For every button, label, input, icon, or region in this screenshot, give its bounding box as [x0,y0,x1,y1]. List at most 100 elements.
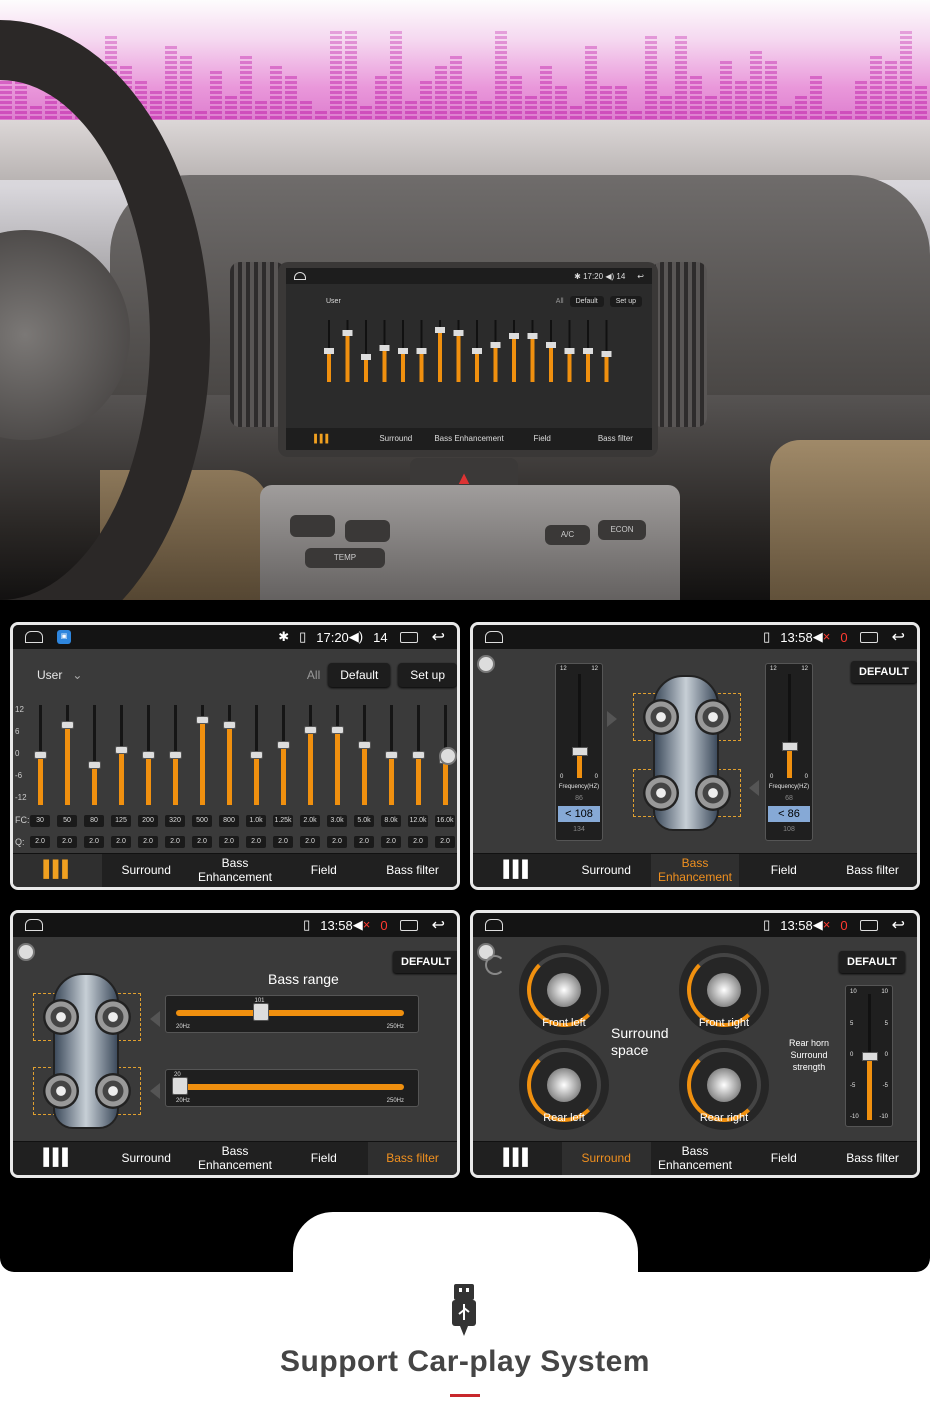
preset-select[interactable]: User [37,668,62,682]
frequency-value[interactable]: < 108 [558,806,600,822]
q-value[interactable]: 2.0 [165,836,185,848]
tab-bass-enhancement[interactable]: Bass Enhancement [651,1142,740,1175]
slider-knob[interactable] [250,751,263,759]
eq-band-slider[interactable] [216,705,243,805]
q-value[interactable]: 2.0 [219,836,239,848]
tab-bass-enhancement[interactable]: Bass Enhancement [191,1142,280,1175]
fc-value[interactable]: 12.0k [408,815,428,827]
home-icon[interactable] [25,631,43,643]
chevron-down-icon[interactable]: ⌄ [72,668,82,682]
all-label[interactable]: All [307,668,320,682]
frequency-slider-left[interactable]: 12 12 0 0 Frequency(HZ) 86 < 108 134 [555,663,603,841]
eq-band-slider[interactable] [54,705,81,805]
home-icon[interactable] [485,919,503,931]
fc-value[interactable]: 2.0k [300,815,320,827]
back-icon[interactable]: ↩ [892,915,905,935]
scroll-handle[interactable] [439,747,457,765]
slider-knob[interactable] [169,751,182,759]
setup-button[interactable]: Set up [398,663,457,687]
tab-eq[interactable]: ▌▌▌ [13,854,102,887]
eq-band-slider[interactable] [351,705,378,805]
q-value[interactable]: 2.0 [84,836,104,848]
dial-rear-left[interactable]: Rear left [519,1040,609,1130]
q-value[interactable]: 2.0 [381,836,401,848]
dial-rear-right[interactable]: Rear right [679,1040,769,1130]
q-value[interactable]: 2.0 [273,836,293,848]
dial-front-right[interactable]: Front right [679,945,769,1035]
q-value[interactable]: 2.0 [138,836,158,848]
slider-knob[interactable] [277,741,290,749]
tab-eq[interactable]: ▌▌▌ [473,854,562,887]
dial-front-left[interactable]: Front left [519,945,609,1035]
tab-bass-enhancement[interactable]: Bass Enhancement [650,854,740,887]
slider-knob[interactable] [862,1052,878,1061]
q-value[interactable]: 2.0 [435,836,455,848]
slider-knob[interactable] [385,751,398,759]
fc-value[interactable]: 16.0k [435,815,455,827]
app-icon[interactable]: ▣ [57,630,71,644]
slider-knob[interactable] [572,747,588,756]
range-knob[interactable] [252,1003,269,1021]
tab-surround[interactable]: Surround [561,1142,651,1175]
eq-band-slider[interactable] [108,705,135,805]
tab-bass-filter[interactable]: Bass filter [368,1142,457,1175]
reset-icon[interactable] [485,955,505,975]
tab-surround[interactable]: Surround [562,854,651,887]
tab-bass-enhancement[interactable]: Bass Enhancement [191,854,280,887]
tab-eq[interactable]: ▌▌▌ [13,1142,102,1175]
fc-value[interactable]: 1.0k [246,815,266,827]
fc-value[interactable]: 125 [111,815,131,827]
bass-range-slider-2[interactable]: 20 20Hz 250Hz [165,1069,419,1107]
q-value[interactable]: 2.0 [192,836,212,848]
slider-knob[interactable] [304,726,317,734]
slider-knob[interactable] [142,751,155,759]
slider-knob[interactable] [34,751,47,759]
back-icon[interactable]: ↩ [432,915,445,935]
frequency-slider-right[interactable]: 12 12 0 0 Frequency(HZ) 68 < 86 108 [765,663,813,841]
slider-knob[interactable] [223,721,236,729]
fc-value[interactable]: 80 [84,815,104,827]
fc-value[interactable]: 800 [219,815,239,827]
default-button[interactable]: DEFAULT [393,951,457,973]
recent-apps-icon[interactable] [399,631,418,643]
default-button[interactable]: DEFAULT [839,951,905,973]
range-knob[interactable] [172,1077,188,1095]
slider-knob[interactable] [782,741,798,751]
q-value[interactable]: 2.0 [408,836,428,848]
q-value[interactable]: 2.0 [111,836,131,848]
tab-field[interactable]: Field [739,854,828,887]
eq-band-slider[interactable] [324,705,351,805]
eq-band-slider[interactable] [270,705,297,805]
recent-apps-icon[interactable] [859,631,878,643]
eq-band-slider[interactable] [405,705,432,805]
default-button[interactable]: Default [328,663,391,687]
eq-band-slider[interactable] [27,705,54,805]
slider-knob[interactable] [358,741,371,749]
recent-apps-icon[interactable] [859,919,878,931]
slider-knob[interactable] [115,746,128,754]
tab-bass-filter[interactable]: Bass filter [368,854,457,887]
back-icon[interactable]: ↩ [892,627,905,647]
eq-band-slider[interactable] [162,705,189,805]
eq-band-slider[interactable] [81,705,108,805]
back-icon[interactable]: ↩ [432,627,445,647]
slider-knob[interactable] [412,751,425,759]
toggle-switch[interactable] [17,943,35,961]
slider-knob[interactable] [331,726,344,734]
frequency-value[interactable]: < 86 [768,806,810,822]
eq-band-slider[interactable] [243,705,270,805]
tab-field[interactable]: Field [739,1142,828,1175]
q-value[interactable]: 2.0 [354,836,374,848]
q-value[interactable]: 2.0 [300,836,320,848]
tab-bass-filter[interactable]: Bass filter [828,854,917,887]
slider-knob[interactable] [61,721,74,729]
home-icon[interactable] [485,631,503,643]
recent-apps-icon[interactable] [399,919,418,931]
fc-value[interactable]: 3.0k [327,815,347,827]
fc-value[interactable]: 1.25k [273,815,293,827]
fc-value[interactable]: 200 [138,815,158,827]
tab-surround[interactable]: Surround [102,854,191,887]
tab-eq[interactable]: ▌▌▌ [473,1142,562,1175]
q-value[interactable]: 2.0 [30,836,50,848]
tab-bass-filter[interactable]: Bass filter [828,1142,917,1175]
